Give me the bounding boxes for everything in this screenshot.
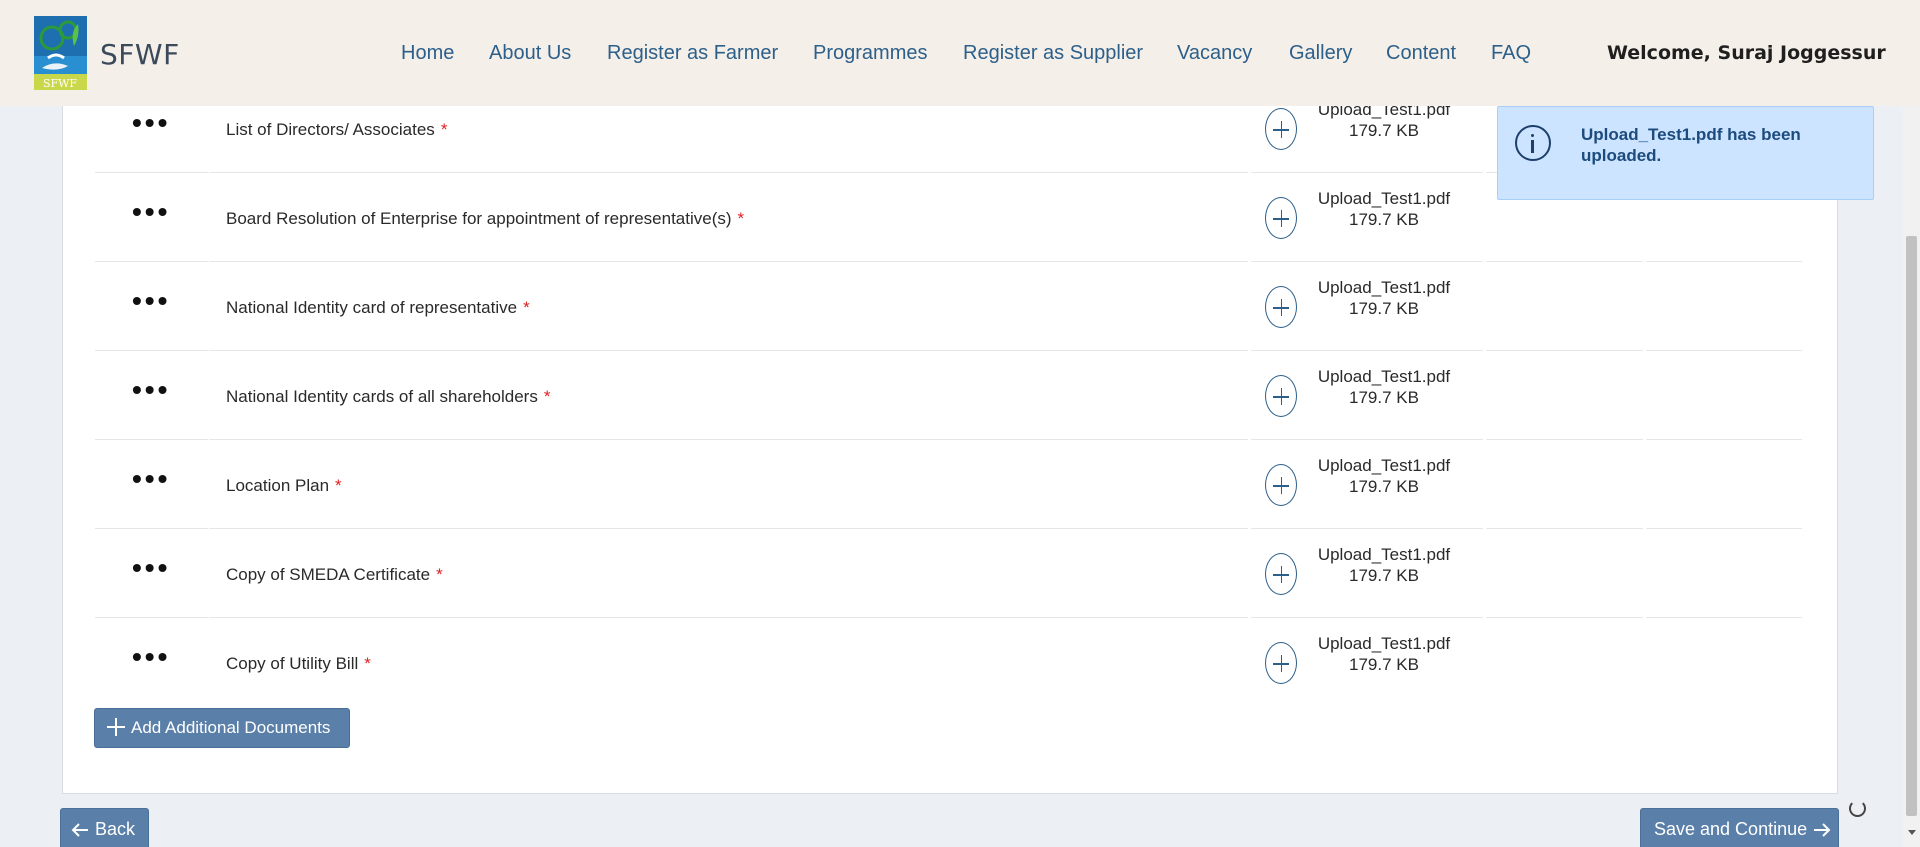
toast-message: Upload_Test1.pdf has been uploaded. (1581, 125, 1801, 165)
page-scrollbar[interactable] (1903, 106, 1920, 847)
nav-faq[interactable]: FAQ (1491, 42, 1531, 65)
required-marker: * (523, 298, 530, 317)
required-marker: * (737, 209, 745, 228)
loading-spinner-icon (1849, 800, 1866, 817)
file-size: 179.7 KB (1349, 477, 1419, 496)
row-menu-button[interactable]: ••• (132, 554, 170, 582)
required-marker: * (364, 654, 371, 673)
arrow-right-icon (1814, 823, 1831, 837)
svg-text:SFWF: SFWF (43, 77, 77, 90)
required-marker: * (543, 387, 551, 406)
row-menu-button[interactable]: ••• (132, 376, 170, 404)
required-marker: * (436, 565, 443, 584)
scrollbar-thumb[interactable] (1906, 236, 1917, 816)
row-menu-button[interactable]: ••• (132, 465, 170, 493)
nav-home[interactable]: Home (401, 42, 454, 65)
file-size: 179.7 KB (1349, 299, 1419, 318)
required-marker: * (440, 120, 448, 139)
upload-toast: Upload_Test1.pdf has been uploaded. (1497, 106, 1874, 200)
file-name[interactable]: Upload_Test1.pdf (1310, 634, 1458, 654)
nav-programmes[interactable]: Programmes (813, 42, 927, 65)
site-header: SFWF SFWF Home About Us Register as Farm… (0, 0, 1920, 106)
file-name[interactable]: Upload_Test1.pdf (1310, 545, 1458, 565)
nav-register-farmer[interactable]: Register as Farmer (607, 42, 778, 65)
nav-gallery[interactable]: Gallery (1289, 42, 1352, 65)
document-label: Copy of SMEDA Certificate * (226, 565, 443, 584)
row-menu-button[interactable]: ••• (132, 643, 170, 671)
upload-plus-icon[interactable] (1265, 375, 1297, 417)
document-row: ••• Copy of SMEDA Certificate * Upload_Te… (95, 531, 1802, 619)
document-row: ••• Location Plan * Upload_Test1.pdf 179.… (95, 442, 1802, 530)
document-row: ••• National Identity cards of all share… (95, 353, 1802, 441)
document-label: List of Directors/ Associates * (226, 120, 448, 139)
document-label: Copy of Utility Bill * (226, 654, 371, 673)
nav-about-us[interactable]: About Us (489, 42, 571, 65)
site-logo[interactable]: SFWF (34, 16, 87, 90)
save-and-continue-button[interactable]: Save and Continue (1640, 808, 1839, 847)
arrow-left-icon (71, 823, 88, 837)
page-content: ••• List of Directors/ Associates * Uploa… (0, 86, 1920, 847)
back-button[interactable]: Back (60, 808, 149, 847)
document-label: National Identity card of representative… (226, 298, 530, 317)
file-name[interactable]: Upload_Test1.pdf (1310, 456, 1458, 476)
scroll-down-arrow-icon[interactable] (1908, 830, 1916, 835)
file-size: 179.7 KB (1349, 121, 1419, 140)
logo-image: SFWF (34, 16, 87, 90)
row-menu-button[interactable]: ••• (132, 287, 170, 315)
file-size: 179.7 KB (1349, 210, 1419, 229)
document-label: National Identity cards of all sharehold… (226, 387, 551, 406)
required-marker: * (335, 476, 342, 495)
file-name[interactable]: Upload_Test1.pdf (1310, 189, 1458, 209)
welcome-user[interactable]: Welcome, Suraj Joggessur (1607, 42, 1886, 64)
upload-plus-icon[interactable] (1265, 108, 1297, 150)
document-row: ••• Copy of Utility Bill * Upload_Test1.p… (95, 620, 1802, 708)
nav-vacancy[interactable]: Vacancy (1177, 42, 1252, 65)
upload-plus-icon[interactable] (1265, 464, 1297, 506)
nav-register-supplier[interactable]: Register as Supplier (963, 42, 1143, 65)
document-row: ••• National Identity card of representa… (95, 264, 1802, 352)
upload-plus-icon[interactable] (1265, 642, 1297, 684)
file-size: 179.7 KB (1349, 388, 1419, 407)
row-menu-button[interactable]: ••• (132, 109, 170, 137)
row-menu-button[interactable]: ••• (132, 198, 170, 226)
info-icon (1515, 125, 1551, 161)
document-label: Location Plan * (226, 476, 342, 495)
file-size: 179.7 KB (1349, 655, 1419, 674)
brand-name: SFWF (100, 38, 180, 71)
upload-plus-icon[interactable] (1265, 286, 1297, 328)
plus-icon (107, 718, 125, 736)
upload-plus-icon[interactable] (1265, 553, 1297, 595)
upload-plus-icon[interactable] (1265, 197, 1297, 239)
nav-content[interactable]: Content (1386, 42, 1456, 65)
add-additional-documents-button[interactable]: Add Additional Documents (94, 708, 350, 748)
file-name[interactable]: Upload_Test1.pdf (1310, 367, 1458, 387)
file-name[interactable]: Upload_Test1.pdf (1310, 278, 1458, 298)
document-label: Board Resolution of Enterprise for appoi… (226, 209, 745, 228)
file-size: 179.7 KB (1349, 566, 1419, 585)
